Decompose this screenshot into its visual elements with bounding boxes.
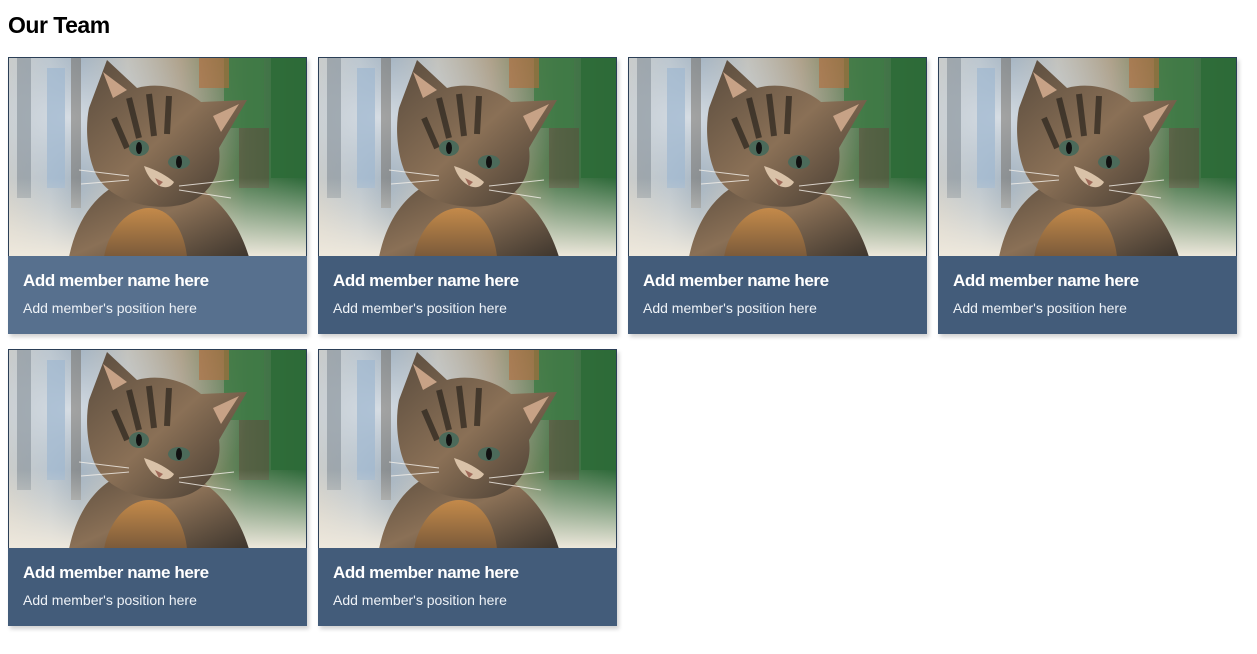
member-photo [318,349,617,548]
kitten-photo-icon [9,58,306,256]
member-photo [938,57,1237,256]
member-name: Add member name here [23,271,209,290]
member-position: Add member's position here [953,300,1127,316]
member-name: Add member name here [333,271,519,290]
team-member-card[interactable]: Add member name here Add member's positi… [8,57,307,334]
member-photo [318,57,617,256]
member-name: Add member name here [953,271,1139,290]
member-position: Add member's position here [333,300,507,316]
team-member-card[interactable]: Add member name here Add member's positi… [628,57,927,334]
member-info: Add member name here Add member's positi… [938,256,1237,334]
kitten-photo-icon [939,58,1236,256]
member-position: Add member's position here [23,592,197,608]
kitten-photo-icon [319,350,616,548]
member-info: Add member name here Add member's positi… [8,548,307,626]
member-info: Add member name here Add member's positi… [8,256,307,334]
kitten-photo-icon [319,58,616,256]
team-member-card[interactable]: Add member name here Add member's positi… [318,57,617,334]
team-member-card[interactable]: Add member name here Add member's positi… [318,349,617,626]
member-info: Add member name here Add member's positi… [318,548,617,626]
team-grid: Add member name here Add member's positi… [8,57,1238,626]
team-member-card[interactable]: Add member name here Add member's positi… [8,349,307,626]
member-name: Add member name here [333,563,519,582]
page-title: Our Team [8,12,110,38]
member-photo [8,349,307,548]
member-info: Add member name here Add member's positi… [318,256,617,334]
member-position: Add member's position here [23,300,197,316]
team-member-card[interactable]: Add member name here Add member's positi… [938,57,1237,334]
kitten-photo-icon [629,58,926,256]
member-photo [8,57,307,256]
kitten-photo-icon [9,350,306,548]
member-photo [628,57,927,256]
member-name: Add member name here [23,563,209,582]
member-info: Add member name here Add member's positi… [628,256,927,334]
member-name: Add member name here [643,271,829,290]
member-position: Add member's position here [643,300,817,316]
member-position: Add member's position here [333,592,507,608]
